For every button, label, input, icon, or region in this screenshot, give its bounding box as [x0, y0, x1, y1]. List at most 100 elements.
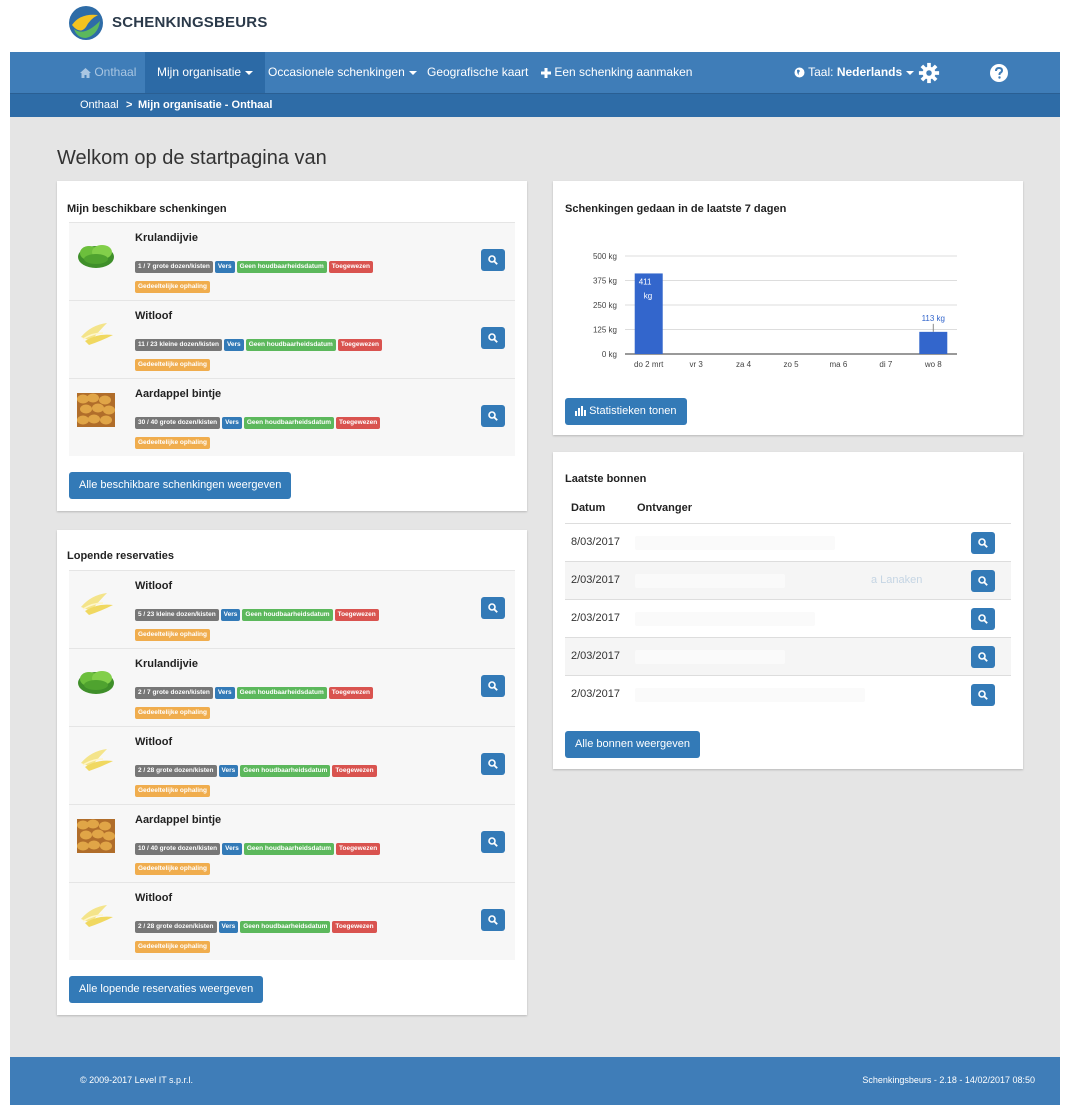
- quantity-label: 1 / 7 grote dozen/kisten: [135, 261, 213, 273]
- column-header-recipient[interactable]: Ontvanger: [637, 502, 692, 514]
- nav-occasional-donations[interactable]: Occasionele schenkingen: [268, 52, 417, 93]
- status-label: Toegewezen: [332, 921, 377, 933]
- receipt-date: 2/03/2017: [571, 650, 620, 662]
- main-navbar: Onthaal Mijn organisatie Occasionele sch…: [10, 52, 1060, 93]
- fresh-label: Vers: [222, 843, 242, 855]
- gear-icon[interactable]: [918, 62, 940, 84]
- top-header: SCHENKINGSBEURS: [0, 0, 1070, 52]
- list-item: Aardappel bintje 30 / 40 grote dozen/kist…: [69, 378, 515, 456]
- view-donation-button[interactable]: [481, 249, 505, 271]
- receipt-date: 2/03/2017: [571, 612, 620, 624]
- product-labels: 10 / 40 grote dozen/kisten Vers Geen houdb…: [135, 837, 475, 877]
- product-labels: 1 / 7 grote dozen/kisten Vers Geen houdbaa…: [135, 255, 475, 295]
- view-receipt-button[interactable]: [971, 532, 995, 554]
- nav-geographic-map[interactable]: Geografische kaart: [427, 52, 528, 93]
- table-row: 8/03/2017: [565, 523, 1011, 561]
- fresh-label: Vers: [220, 609, 241, 621]
- expiry-label: Geen houdbaarheidsdatum: [236, 687, 327, 699]
- all-receipts-button[interactable]: Alle bonnen weergeven: [565, 731, 700, 758]
- fresh-label: Vers: [214, 261, 235, 273]
- nav-my-organisation-label: Mijn organisatie: [157, 65, 242, 79]
- recipient-redacted: [635, 536, 835, 550]
- expiry-label: Geen houdbaarheidsdatum: [242, 609, 333, 621]
- view-receipt-button[interactable]: [971, 684, 995, 706]
- list-item: Witloof 2 / 28 grote dozen/kisten Vers Geen…: [69, 726, 515, 804]
- status-label: Toegewezen: [328, 687, 373, 699]
- recipient-redacted: [635, 612, 815, 626]
- quantity-label: 10 / 40 grote dozen/kisten: [135, 843, 221, 855]
- view-donation-button[interactable]: [481, 327, 505, 349]
- expiry-label: Geen houdbaarheidsdatum: [240, 921, 331, 933]
- bar: [919, 331, 948, 354]
- nav-create-donation[interactable]: Een schenking aanmaken: [541, 52, 692, 93]
- fresh-label: Vers: [218, 921, 239, 933]
- product-image: [77, 819, 115, 853]
- quantity-label: 2 / 28 grote dozen/kisten: [135, 921, 217, 933]
- y-tick-label: 375 kg: [593, 277, 617, 286]
- recipient-redacted: [635, 688, 865, 702]
- search-icon: [488, 681, 498, 691]
- pickup-label: Gedeeltelijke ophaling: [135, 707, 210, 719]
- search-icon: [488, 837, 498, 847]
- quantity-label: 5 / 23 kleine dozen/kisten: [135, 609, 219, 621]
- breadcrumb-home[interactable]: Onthaal: [80, 94, 119, 117]
- status-label: Toegewezen: [336, 843, 381, 855]
- product-name: Witloof: [135, 736, 173, 748]
- product-image: [77, 393, 115, 427]
- search-icon: [978, 652, 988, 662]
- quantity-label: 2 / 7 grote dozen/kisten: [135, 687, 213, 699]
- language-selector[interactable]: Taal: Nederlands: [794, 52, 915, 93]
- expiry-label: Geen houdbaarheidsdatum: [243, 843, 335, 855]
- receipt-date: 8/03/2017: [571, 536, 620, 548]
- home-icon: [80, 67, 91, 78]
- pickup-label: Gedeeltelijke ophaling: [135, 281, 210, 293]
- table-row: 2/03/2017: [565, 637, 1011, 675]
- footer-copyright: © 2009-2017 Level IT s.p.r.l.: [80, 1075, 194, 1085]
- pickup-label: Gedeeltelijke ophaling: [135, 863, 210, 875]
- help-icon[interactable]: [990, 64, 1008, 82]
- bar-value-label: 113 kg: [922, 314, 945, 323]
- view-donation-button[interactable]: [481, 405, 505, 427]
- recipient-name: a Lanaken: [871, 574, 923, 586]
- view-donation-button[interactable]: [481, 597, 505, 619]
- all-available-donations-button[interactable]: Alle beschikbare schenkingen weergeven: [69, 472, 292, 499]
- nav-my-organisation[interactable]: Mijn organisatie: [145, 52, 266, 93]
- product-image: [77, 585, 115, 619]
- search-icon: [488, 759, 498, 769]
- show-statistics-label: Statistieken tonen: [589, 405, 677, 417]
- view-donation-button[interactable]: [481, 831, 505, 853]
- list-item: Krulandijvie 2 / 7 grote dozen/kisten Vers…: [69, 648, 515, 726]
- nav-create-label: Een schenking aanmaken: [554, 65, 693, 79]
- view-donation-button[interactable]: [481, 909, 505, 931]
- reservations-title: Lopende reservaties: [67, 550, 174, 562]
- view-donation-button[interactable]: [481, 753, 505, 775]
- show-statistics-button[interactable]: Statistieken tonen: [565, 398, 687, 425]
- breadcrumb-current: Mijn organisatie - Onthaal: [138, 99, 273, 111]
- list-item: Krulandijvie 1 / 7 grote dozen/kisten Vers…: [69, 222, 515, 300]
- view-receipt-button[interactable]: [971, 570, 995, 592]
- search-icon: [488, 255, 498, 265]
- table-row: 2/03/2017: [565, 675, 1011, 713]
- y-tick-label: 500 kg: [593, 252, 617, 261]
- fresh-label: Vers: [223, 339, 244, 351]
- footer: © 2009-2017 Level IT s.p.r.l. Schenkings…: [10, 1057, 1060, 1105]
- column-header-date[interactable]: Datum: [571, 502, 605, 514]
- y-tick-label: 250 kg: [593, 301, 617, 310]
- fresh-label: Vers: [222, 417, 242, 429]
- product-labels: 2 / 28 grote dozen/kisten Vers Geen houdba…: [135, 915, 475, 955]
- view-donation-button[interactable]: [481, 675, 505, 697]
- logo-text[interactable]: SCHENKINGSBEURS: [112, 14, 268, 31]
- nav-home[interactable]: Onthaal: [80, 52, 136, 93]
- search-icon: [488, 915, 498, 925]
- product-name: Aardappel bintje: [135, 388, 222, 400]
- expiry-label: Geen houdbaarheidsdatum: [240, 765, 331, 777]
- search-icon: [978, 576, 988, 586]
- y-tick-label: 0 kg: [602, 350, 617, 359]
- x-tick-label: za 4: [736, 360, 752, 369]
- view-receipt-button[interactable]: [971, 608, 995, 630]
- all-reservations-button[interactable]: Alle lopende reservaties weergeven: [69, 976, 264, 1003]
- footer-version: Schenkingsbeurs - 2.18 - 14/02/2017 08:5…: [862, 1075, 1035, 1085]
- view-receipt-button[interactable]: [971, 646, 995, 668]
- receipts-title: Laatste bonnen: [565, 473, 647, 485]
- logo-icon[interactable]: [68, 5, 104, 41]
